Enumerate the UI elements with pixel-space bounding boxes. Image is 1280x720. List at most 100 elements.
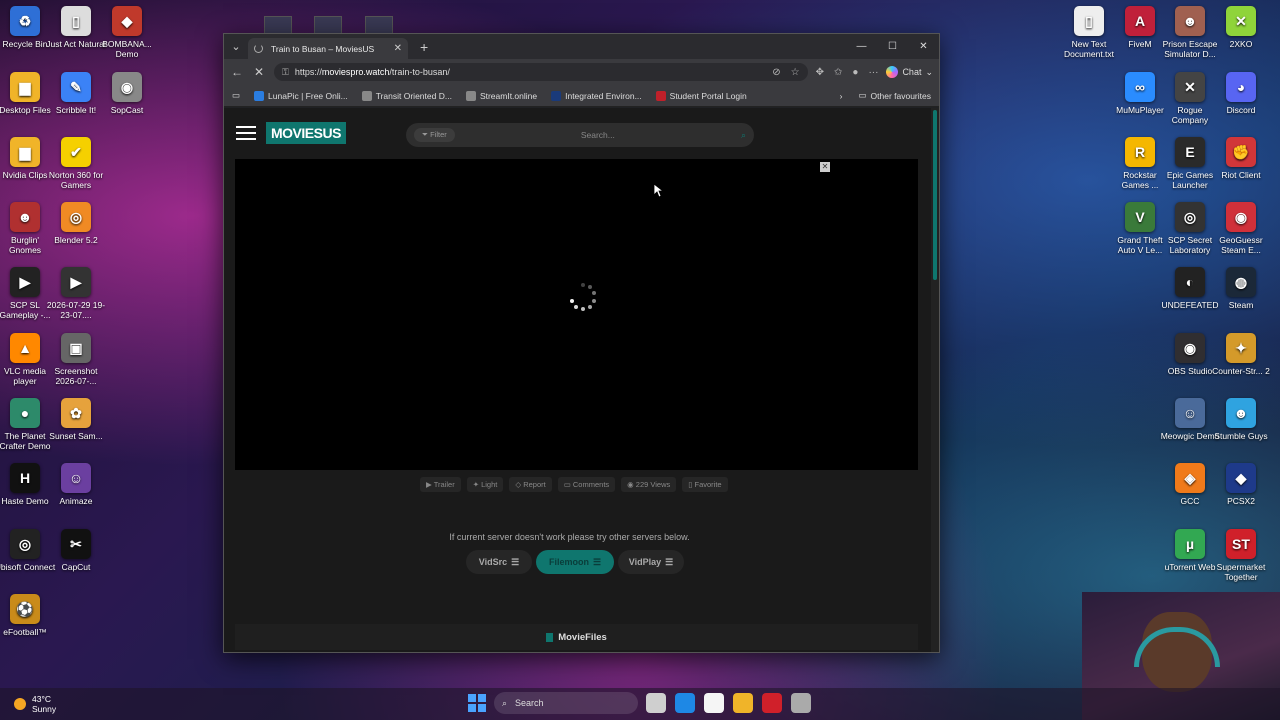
desktop-icon[interactable]: ▣ Screenshot 2026-07-... [45,333,107,386]
site-info-icon[interactable]: ⚿ [282,67,289,78]
favourite-link[interactable]: Student Portal Login [655,90,747,101]
url-input[interactable]: ⚿ https://moviespro.watch/train-to-busan… [274,63,808,81]
desktop-icon[interactable]: ☺ Animaze [45,463,107,506]
app-icon: ✔ [61,137,91,167]
chevron-right-icon[interactable]: › [840,91,843,101]
desktop-icon[interactable]: ◎ Blender 5.2 [45,202,107,245]
tab-active[interactable]: Train to Busan – MoviesUS ✕ [248,38,408,59]
more-icon[interactable]: ··· [868,67,878,78]
app-icon: ▲ [10,333,40,363]
desktop-icon[interactable]: ◆ BOMBANA... Demo [96,6,158,59]
file-explorer-icon[interactable] [733,693,753,713]
filter-button[interactable]: ⏷ Filter [414,128,455,142]
desktop-icon[interactable]: ⚽ eFootball™ [0,594,56,637]
other-favourites[interactable]: ▭ Other favourites [858,90,931,101]
app-icon: ◎ [10,529,40,559]
action-trailer[interactable]: ▶ Trailer [420,477,461,492]
taskbar-search[interactable]: ⌕ Search [494,692,638,714]
desktop-icon[interactable]: ST Supermarket Together [1210,529,1272,582]
sun-icon [14,698,26,710]
desktop-icon[interactable]: ◆ PCSX2 [1210,463,1272,506]
video-player[interactable]: ✕ [235,159,918,470]
site-search[interactable]: ⏷ Filter Search... ⌕ [406,123,754,147]
server-button-filemoon[interactable]: Filemoon ☰ [536,550,614,574]
new-tab-icon[interactable]: + [420,39,428,55]
app-icon: ☺ [1175,398,1205,428]
start-icon[interactable] [468,694,486,712]
folder-icon: ▭ [858,90,867,100]
reading-list-icon[interactable]: ▭ [232,90,240,101]
favourite-link[interactable]: Transit Oriented D... [361,90,452,101]
search-input[interactable]: Search... [455,130,741,140]
store-icon[interactable] [704,693,724,713]
desktop-icon[interactable]: ▶ 2026-07-29 19-23-07.... [45,267,107,320]
desktop-icon[interactable]: ◉ SopCast [96,72,158,115]
action-label: 229 Views [635,480,671,489]
desktop-icon[interactable]: ✔ Norton 360 for Gamers [45,137,107,190]
task-view-icon[interactable] [646,693,666,713]
app-icon: A [1125,6,1155,36]
favourite-link[interactable]: LunaPic | Free Onli... [254,90,348,101]
favourite-label: Transit Oriented D... [375,90,452,101]
profile-icon[interactable]: ● [852,67,858,78]
action-comments[interactable]: ▭ Comments [557,477,616,492]
action-light[interactable]: ✦ Light [466,477,504,492]
server-button-vidplay[interactable]: VidPlay ☰ [618,550,684,574]
tab-actions-icon[interactable]: ⌄ [224,40,248,53]
list-icon: ☰ [665,556,674,567]
spinner-dot [569,298,574,303]
scrollbar[interactable] [931,108,939,652]
url-text: https://moviespro.watch/train-to-busan/ [294,67,450,77]
desktop-icon[interactable]: ✂ CapCut [45,529,107,572]
maximize-icon[interactable]: ☐ [877,34,908,59]
favicon-icon [465,90,476,101]
close-icon[interactable]: ✕ [908,34,939,59]
action-icon: ◉ [627,480,636,489]
favorite-star-icon[interactable]: ☆ [791,67,800,78]
app-icon: ◉ [112,72,142,102]
list-icon: ☰ [511,556,520,567]
back-icon[interactable]: ← [230,65,244,79]
desktop-icon[interactable]: ✊ Riot Client [1210,137,1272,180]
menu-icon[interactable] [236,126,256,140]
stop-icon[interactable]: ✕ [252,65,266,79]
site-header: MOVIESUS ⏷ Filter Search... ⌕ [224,108,939,158]
tab-close-icon[interactable]: ✕ [394,43,402,54]
desktop-icon[interactable]: ◉ GeoGuessr Steam E... [1210,202,1272,255]
action-favorite[interactable]: ▯ Favorite [682,477,728,492]
action-report[interactable]: ◇ Report [509,477,552,492]
favourite-link[interactable]: Integrated Environ... [551,90,642,101]
desktop-icon[interactable]: ◍ Steam [1210,267,1272,310]
desktop-icon-label: BOMBANA... Demo [102,39,152,59]
desktop-icon-label: Sunset Sam... [49,431,103,441]
edge-icon[interactable] [675,693,695,713]
desktop-icon[interactable]: ✕ 2XKO [1210,6,1272,49]
desktop-icon-label: Blender 5.2 [54,235,98,245]
favourite-link[interactable]: StreamIt.online [465,90,537,101]
weather-widget[interactable]: 43°C Sunny [14,694,56,714]
copilot-chat-button[interactable]: Chat ⌄ [886,66,933,78]
weather-condition: Sunny [32,704,57,714]
desktop-icon[interactable]: ✿ Sunset Sam... [45,398,107,441]
action-229-views[interactable]: ◉ 229 Views [621,477,677,492]
tracking-prevention-icon[interactable]: ⊘ [772,67,780,78]
desktop-icon[interactable]: ◕ Discord [1210,72,1272,115]
server-button-vidsrc[interactable]: VidSrc ☰ [466,550,532,574]
desktop-icon-label: Norton 360 for Gamers [48,170,104,190]
desktop-icon[interactable]: ☻ Stumble Guys [1210,398,1272,441]
action-label: Light [481,480,498,489]
recorder-icon[interactable] [762,693,782,713]
app-icon: ST [1226,529,1256,559]
favourites-icon[interactable]: ✩ [834,67,842,78]
app-icon: ◍ [1226,267,1256,297]
extensions-icon[interactable]: ✥ [816,67,824,78]
action-icon: ▭ [563,480,573,489]
settings-icon[interactable] [791,693,811,713]
ad-close-icon[interactable]: ✕ [820,162,830,172]
desktop-icon[interactable]: ✦ Counter-Str... 2 [1210,333,1272,376]
app-icon: ∞ [1125,72,1155,102]
minimize-icon[interactable]: — [846,34,877,59]
search-icon[interactable]: ⌕ [741,130,746,141]
site-logo[interactable]: MOVIESUS [266,122,346,144]
movie-files-bar[interactable]: MovieFiles [235,624,918,650]
